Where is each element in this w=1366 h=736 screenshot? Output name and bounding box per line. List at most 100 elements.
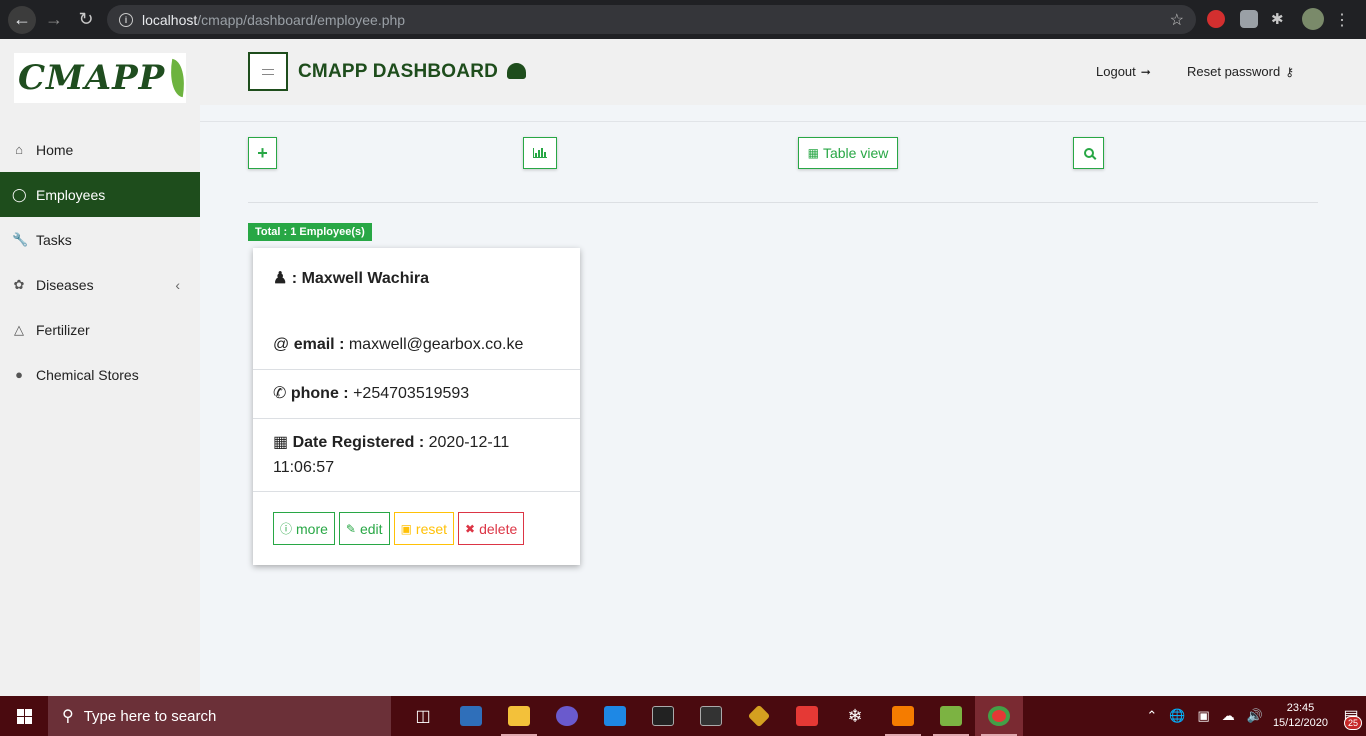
windows-logo-icon bbox=[16, 708, 32, 724]
taskbar-app-9[interactable]: ❄ bbox=[831, 696, 879, 736]
card-divider bbox=[253, 418, 580, 419]
web-icon: ❄ bbox=[847, 705, 863, 726]
taskbar-bluestacks[interactable] bbox=[927, 696, 975, 736]
sidebar-menu: ⌂ Home ◯ Employees 🔧 Tasks ✿ Diseases ‹ … bbox=[0, 127, 200, 397]
meet-icon[interactable]: ▣ bbox=[1197, 708, 1209, 724]
sign-out-icon: ➞ bbox=[1140, 64, 1151, 79]
taskbar-app-1[interactable] bbox=[447, 696, 495, 736]
start-button[interactable] bbox=[0, 696, 48, 736]
sidebar-item-label: Fertilizer bbox=[36, 321, 90, 338]
taskbar-file-explorer[interactable] bbox=[495, 696, 543, 736]
reset-password-link[interactable]: Reset password ⚷ bbox=[1187, 64, 1294, 79]
address-bar[interactable]: i localhost/cmapp/dashboard/employee.php… bbox=[107, 5, 1196, 34]
employee-phone: +254703519593 bbox=[353, 385, 470, 402]
task-view-icon: ◫ bbox=[415, 708, 431, 725]
logout-link[interactable]: Logout ➞ bbox=[1096, 64, 1151, 79]
date-label: Date Registered : bbox=[292, 434, 425, 451]
sidebar-item-label: Diseases bbox=[36, 276, 94, 293]
delete-label: delete bbox=[479, 520, 518, 537]
taskbar-app-7[interactable] bbox=[735, 696, 783, 736]
taskbar-terminal-1[interactable] bbox=[639, 696, 687, 736]
forward-arrow-icon[interactable]: → bbox=[40, 6, 68, 34]
employee-date-row: ▦ Date Registered : 2020-12-11 11:06:57 bbox=[273, 430, 563, 480]
taskbar-terminal-2[interactable] bbox=[687, 696, 735, 736]
page-title: CMAPP DASHBOARD bbox=[298, 61, 499, 82]
sidebar-item-label: Chemical Stores bbox=[36, 366, 139, 383]
taskbar-chrome[interactable] bbox=[975, 696, 1023, 736]
taskbar-vscode[interactable] bbox=[591, 696, 639, 736]
taskbar-apps: ◫ ❄ bbox=[399, 696, 1023, 736]
lock-icon: ▣ bbox=[400, 521, 412, 536]
app-logo[interactable]: CMAPP bbox=[14, 53, 189, 103]
sidebar-item-chemical-stores[interactable]: ● Chemical Stores bbox=[0, 352, 200, 397]
taskbar-search-box[interactable]: ⚲ Type here to search bbox=[48, 696, 391, 736]
sidebar-item-diseases[interactable]: ✿ Diseases ‹ bbox=[0, 262, 200, 307]
sidebar-item-home[interactable]: ⌂ Home bbox=[0, 127, 200, 172]
chevron-up-icon[interactable]: ⌃ bbox=[1146, 708, 1157, 724]
sidebar-item-label: Tasks bbox=[36, 231, 72, 248]
sidebar-item-employees[interactable]: ◯ Employees bbox=[0, 172, 200, 217]
system-tray: ⌃ 🌐 ▣ ☁ 🔊 23:45 15/12/2020 ▤ 25 bbox=[1140, 696, 1366, 736]
app-circle-icon bbox=[556, 706, 578, 726]
chart-view-button[interactable] bbox=[523, 137, 557, 169]
taskbar-sublime[interactable] bbox=[879, 696, 927, 736]
taskbar-app-3[interactable] bbox=[543, 696, 591, 736]
terminal-icon bbox=[700, 706, 722, 726]
browser-toolbar: ← → ↻ i localhost/cmapp/dashboard/employ… bbox=[0, 0, 1366, 39]
reset-button[interactable]: ▣ reset bbox=[393, 512, 455, 545]
more-button[interactable]: ⓘ more bbox=[273, 512, 335, 545]
url-host: localhost bbox=[142, 11, 198, 28]
bluestacks-icon bbox=[940, 706, 962, 726]
clock-date: 15/12/2020 bbox=[1272, 717, 1328, 729]
cloud-icon[interactable]: ☁ bbox=[1222, 708, 1235, 724]
taskbar-arduino[interactable] bbox=[783, 696, 831, 736]
calendar-icon: ▦ bbox=[273, 434, 289, 451]
card-divider bbox=[253, 369, 580, 370]
edit-button[interactable]: ✎ edit bbox=[338, 512, 390, 545]
terminal-icon bbox=[652, 706, 674, 726]
volume-icon[interactable]: 🔊 bbox=[1247, 708, 1263, 724]
url-text[interactable]: localhost/cmapp/dashboard/employee.php bbox=[142, 12, 405, 28]
clock-time: 23:45 bbox=[1286, 702, 1315, 714]
taskbar-clock[interactable]: 23:45 15/12/2020 bbox=[1273, 701, 1328, 731]
adblock-extension-icon[interactable] bbox=[1207, 10, 1225, 28]
sidebar-item-tasks[interactable]: 🔧 Tasks bbox=[0, 217, 200, 262]
table-view-button[interactable]: ▦ Table view bbox=[798, 137, 898, 169]
user-icon: ♟ bbox=[273, 270, 288, 287]
url-path: /cmapp/dashboard/employee.php bbox=[197, 11, 406, 28]
back-arrow-icon[interactable]: ← bbox=[8, 5, 36, 34]
card-actions: ⓘ more ✎ edit ▣ reset ✖ delete bbox=[273, 512, 525, 545]
close-icon: ✖ bbox=[465, 521, 476, 536]
notification-center-button[interactable]: ▤ 25 bbox=[1336, 696, 1366, 736]
profile-avatar[interactable] bbox=[1302, 8, 1324, 30]
sidebar-item-label: Employees bbox=[36, 186, 106, 203]
bar-chart-icon bbox=[533, 148, 547, 158]
info-circle-icon: ⓘ bbox=[280, 522, 293, 536]
task-view-button[interactable]: ◫ bbox=[399, 696, 447, 736]
bookmark-star-icon[interactable]: ☆ bbox=[1170, 10, 1184, 30]
info-icon[interactable]: i bbox=[119, 12, 133, 27]
delete-button[interactable]: ✖ delete bbox=[458, 512, 525, 545]
table-view-label: Table view bbox=[822, 145, 889, 161]
plus-icon: + bbox=[257, 142, 268, 163]
logout-label: Logout bbox=[1096, 64, 1136, 79]
toolbar-divider bbox=[248, 202, 1318, 203]
employee-card: ♟ : Maxwell Wachira @ email : maxwell@ge… bbox=[253, 248, 580, 565]
windows-taskbar: ⚲ Type here to search ◫ ❄ ⌃ 🌐 ▣ ☁ 🔊 23:4… bbox=[0, 696, 1366, 736]
sidebar: CMAPP ⌂ Home ◯ Employees 🔧 Tasks ✿ Disea… bbox=[0, 39, 200, 696]
chevron-left-icon: ‹ bbox=[175, 276, 180, 293]
reload-icon[interactable]: ↻ bbox=[72, 6, 100, 34]
search-button[interactable] bbox=[1073, 137, 1104, 169]
sidebar-toggle-button[interactable] bbox=[248, 52, 288, 91]
app-diamond-icon bbox=[747, 704, 771, 728]
download-extension-icon[interactable] bbox=[1240, 10, 1258, 28]
globe-icon[interactable]: 🌐 bbox=[1169, 708, 1185, 724]
search-placeholder: Type here to search bbox=[83, 707, 217, 725]
leaf-logo-icon bbox=[166, 58, 189, 98]
user-icon: ◯ bbox=[12, 186, 27, 202]
sidebar-item-fertilizer[interactable]: △ Fertilizer bbox=[0, 307, 200, 352]
add-employee-button[interactable]: + bbox=[248, 137, 277, 169]
extensions-puzzle-icon[interactable]: ✱ bbox=[1271, 10, 1289, 28]
browser-menu-icon[interactable]: ⋮ bbox=[1334, 10, 1352, 29]
leaf-icon: ✿ bbox=[13, 276, 25, 292]
